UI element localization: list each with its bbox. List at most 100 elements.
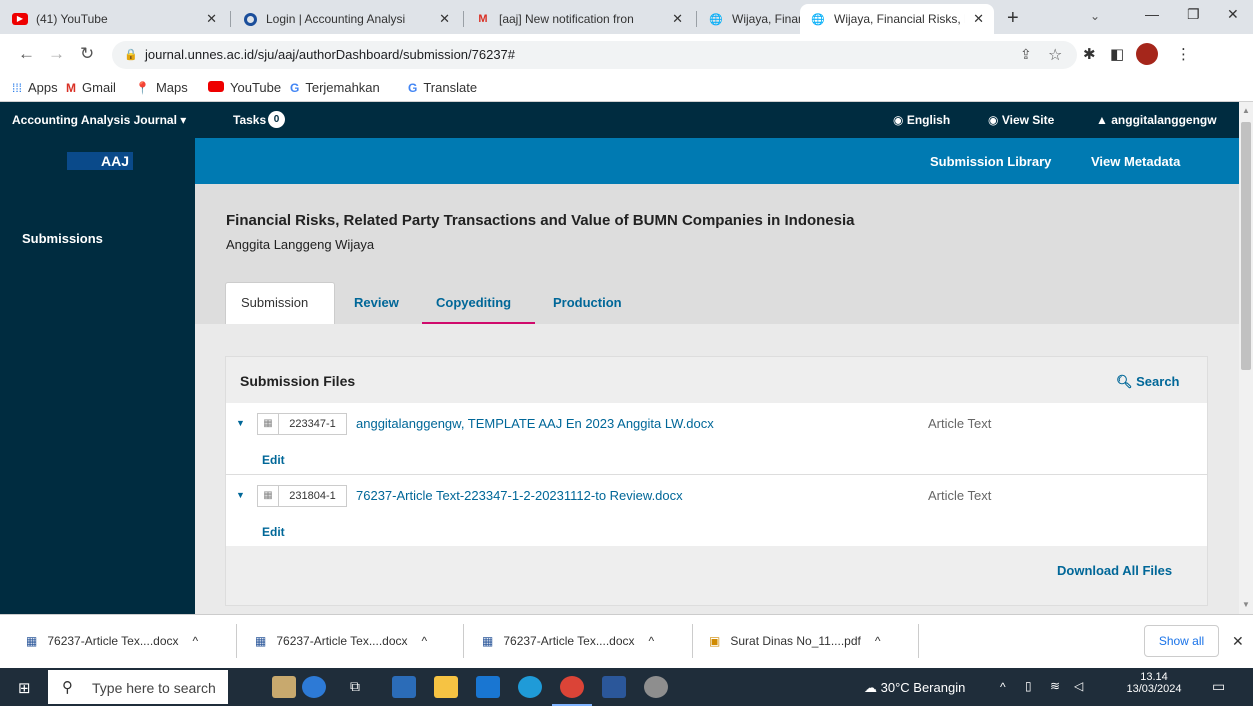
pdf-file-icon: ▣ — [709, 634, 721, 648]
close-tab-icon[interactable]: ✕ — [672, 11, 683, 27]
submission-library-link[interactable]: Submission Library — [930, 154, 1051, 169]
weather-widget[interactable]: ☁ 30°C Berangin — [864, 680, 965, 696]
scroll-up-arrow-icon[interactable]: ▲ — [1242, 106, 1250, 115]
task-view-icon[interactable]: ⧉ — [350, 678, 360, 695]
tab-copyediting[interactable]: Copyediting — [436, 295, 511, 310]
browser-tab-youtube[interactable]: ▶ (41) YouTube ✕ — [2, 4, 227, 34]
edge-icon[interactable] — [518, 676, 542, 698]
tab-search-icon[interactable]: ⌄ — [1090, 9, 1100, 23]
caret-down-icon: ▾ — [180, 113, 187, 127]
panel-header — [226, 357, 1207, 403]
user-menu[interactable]: ▲ anggitalanggengw — [1096, 113, 1217, 127]
file-doc-icon: ▦ — [257, 485, 279, 507]
bookmark-gmail[interactable]: M Gmail — [66, 80, 116, 95]
download-all-files-link[interactable]: Download All Files — [1057, 563, 1172, 578]
pinned-app-icon[interactable] — [644, 676, 668, 698]
sidebar-item-submissions[interactable]: Submissions — [22, 231, 103, 246]
tab-review[interactable]: Review — [354, 295, 399, 310]
tab-title: (41) YouTube — [36, 12, 108, 26]
gmail-icon: M — [66, 80, 76, 95]
chevron-up-icon[interactable]: ^ — [422, 634, 428, 648]
chevron-up-icon[interactable]: ^ — [649, 634, 655, 648]
sidebar — [0, 138, 195, 614]
network-icon[interactable]: ≋ — [1050, 679, 1060, 693]
close-downloads-icon[interactable]: ✕ — [1232, 633, 1244, 650]
new-tab-button[interactable]: + — [1007, 7, 1019, 30]
bookmark-translate[interactable]: G Translate — [408, 80, 477, 95]
reload-icon[interactable]: ↻ — [80, 44, 94, 64]
url-text[interactable]: journal.unnes.ac.id/sju/aaj/authorDashbo… — [145, 47, 515, 62]
file-type: Article Text — [928, 416, 992, 431]
menu-icon[interactable]: ⋮ — [1176, 45, 1191, 63]
bookmark-apps[interactable]: ⁞⁞⁞ Apps — [12, 80, 58, 95]
store-icon[interactable] — [392, 676, 416, 698]
submission-actions-bar — [195, 138, 1239, 184]
profile-avatar[interactable] — [1136, 43, 1158, 65]
scroll-down-arrow-icon[interactable]: ▼ — [1242, 600, 1250, 609]
file-link[interactable]: 76237-Article Text-223347-1-2-20231112-t… — [356, 488, 683, 503]
pinned-app-icon[interactable] — [272, 676, 296, 698]
file-explorer-icon[interactable] — [434, 676, 458, 698]
windows-start-icon[interactable]: ⊞ — [18, 679, 31, 697]
scrollbar-thumb[interactable] — [1241, 122, 1251, 370]
journal-logo[interactable]: AAJ — [67, 152, 133, 170]
forward-icon[interactable]: → — [48, 44, 65, 64]
chrome-icon[interactable] — [560, 676, 584, 698]
notifications-icon[interactable]: ▭ — [1212, 678, 1225, 695]
expand-row-icon[interactable]: ▼ — [236, 490, 245, 500]
bookmark-terjemahkan[interactable]: G Terjemahkan — [290, 80, 380, 95]
close-tab-icon[interactable]: ✕ — [206, 11, 217, 27]
minimize-icon[interactable]: — — [1145, 6, 1159, 22]
window-close-icon[interactable]: ✕ — [1227, 6, 1239, 23]
file-link[interactable]: anggitalanggengw, TEMPLATE AAJ En 2023 A… — [356, 416, 714, 431]
tab-production[interactable]: Production — [553, 295, 622, 310]
view-metadata-link[interactable]: View Metadata — [1091, 154, 1180, 169]
bookmark-youtube[interactable]: YouTube — [208, 80, 281, 95]
download-item[interactable]: ▦ 76237-Article Tex....docx ^ — [255, 634, 427, 648]
back-icon[interactable]: ← — [18, 44, 35, 64]
download-item[interactable]: ▦ 76237-Article Tex....docx ^ — [482, 634, 654, 648]
clock[interactable]: 13.14 13/03/2024 — [1126, 671, 1182, 695]
language-switcher[interactable]: ◉ English — [893, 113, 950, 127]
chevron-up-icon[interactable]: ^ — [193, 634, 199, 648]
eye-icon: ◉ — [988, 113, 999, 127]
volume-icon[interactable]: ◁ — [1074, 679, 1083, 693]
word-file-icon: ▦ — [26, 634, 38, 648]
bookmark-maps[interactable]: 📍 Maps — [135, 80, 188, 95]
edit-file-link[interactable]: Edit — [262, 525, 285, 539]
view-site-link[interactable]: ◉ View Site — [988, 113, 1054, 127]
search-icon: ⚲ — [62, 679, 73, 696]
star-icon[interactable]: ☆ — [1048, 45, 1062, 65]
search-icon: 🔍︎ — [1116, 374, 1133, 389]
edit-file-link[interactable]: Edit — [262, 453, 285, 467]
download-item[interactable]: ▣ Surat Dinas No_11....pdf ^ — [709, 634, 881, 648]
mail-icon[interactable] — [476, 676, 500, 698]
context-switcher[interactable]: Accounting Analysis Journal ▾ — [12, 113, 186, 127]
sidepanel-icon[interactable]: ◧ — [1110, 45, 1124, 63]
row-divider — [226, 474, 1207, 475]
tab-title: Login | Accounting Analysi — [266, 12, 406, 26]
chevron-up-icon[interactable]: ^ — [875, 634, 881, 648]
tasks-menu[interactable]: Tasks — [233, 113, 266, 127]
restore-icon[interactable]: ❐ — [1187, 6, 1200, 23]
browser-tab-login[interactable]: Login | Accounting Analysi ✕ — [232, 4, 460, 34]
tasks-count-badge: 0 — [268, 111, 285, 128]
file-type: Article Text — [928, 488, 992, 503]
search-files-button[interactable]: 🔍︎ Search — [1116, 374, 1180, 390]
close-tab-icon[interactable]: ✕ — [973, 11, 984, 27]
download-item[interactable]: ▦ 76237-Article Tex....docx ^ — [26, 634, 198, 648]
word-icon[interactable] — [602, 676, 626, 698]
close-tab-icon[interactable]: ✕ — [439, 11, 450, 27]
lock-icon: 🔒 — [124, 49, 138, 61]
expand-row-icon[interactable]: ▼ — [236, 418, 245, 428]
browser-tab-gmail[interactable]: M [aaj] New notification fron ✕ — [465, 4, 693, 34]
tray-icon[interactable]: ▯ — [1025, 679, 1032, 693]
show-all-downloads-button[interactable]: Show all — [1144, 625, 1219, 657]
share-icon[interactable]: ⇪ — [1020, 46, 1032, 63]
tray-chevron-up-icon[interactable]: ^ — [1000, 680, 1006, 694]
extensions-icon[interactable]: ✱ — [1083, 45, 1096, 63]
globe-icon: 🌐 — [709, 13, 723, 26]
pinned-app-icon[interactable] — [302, 676, 326, 698]
submission-title: Financial Risks, Related Party Transacti… — [226, 212, 855, 229]
browser-tab-wijaya-active[interactable]: 🌐 Wijaya, Financial Risks, Re ✕ — [800, 4, 994, 34]
